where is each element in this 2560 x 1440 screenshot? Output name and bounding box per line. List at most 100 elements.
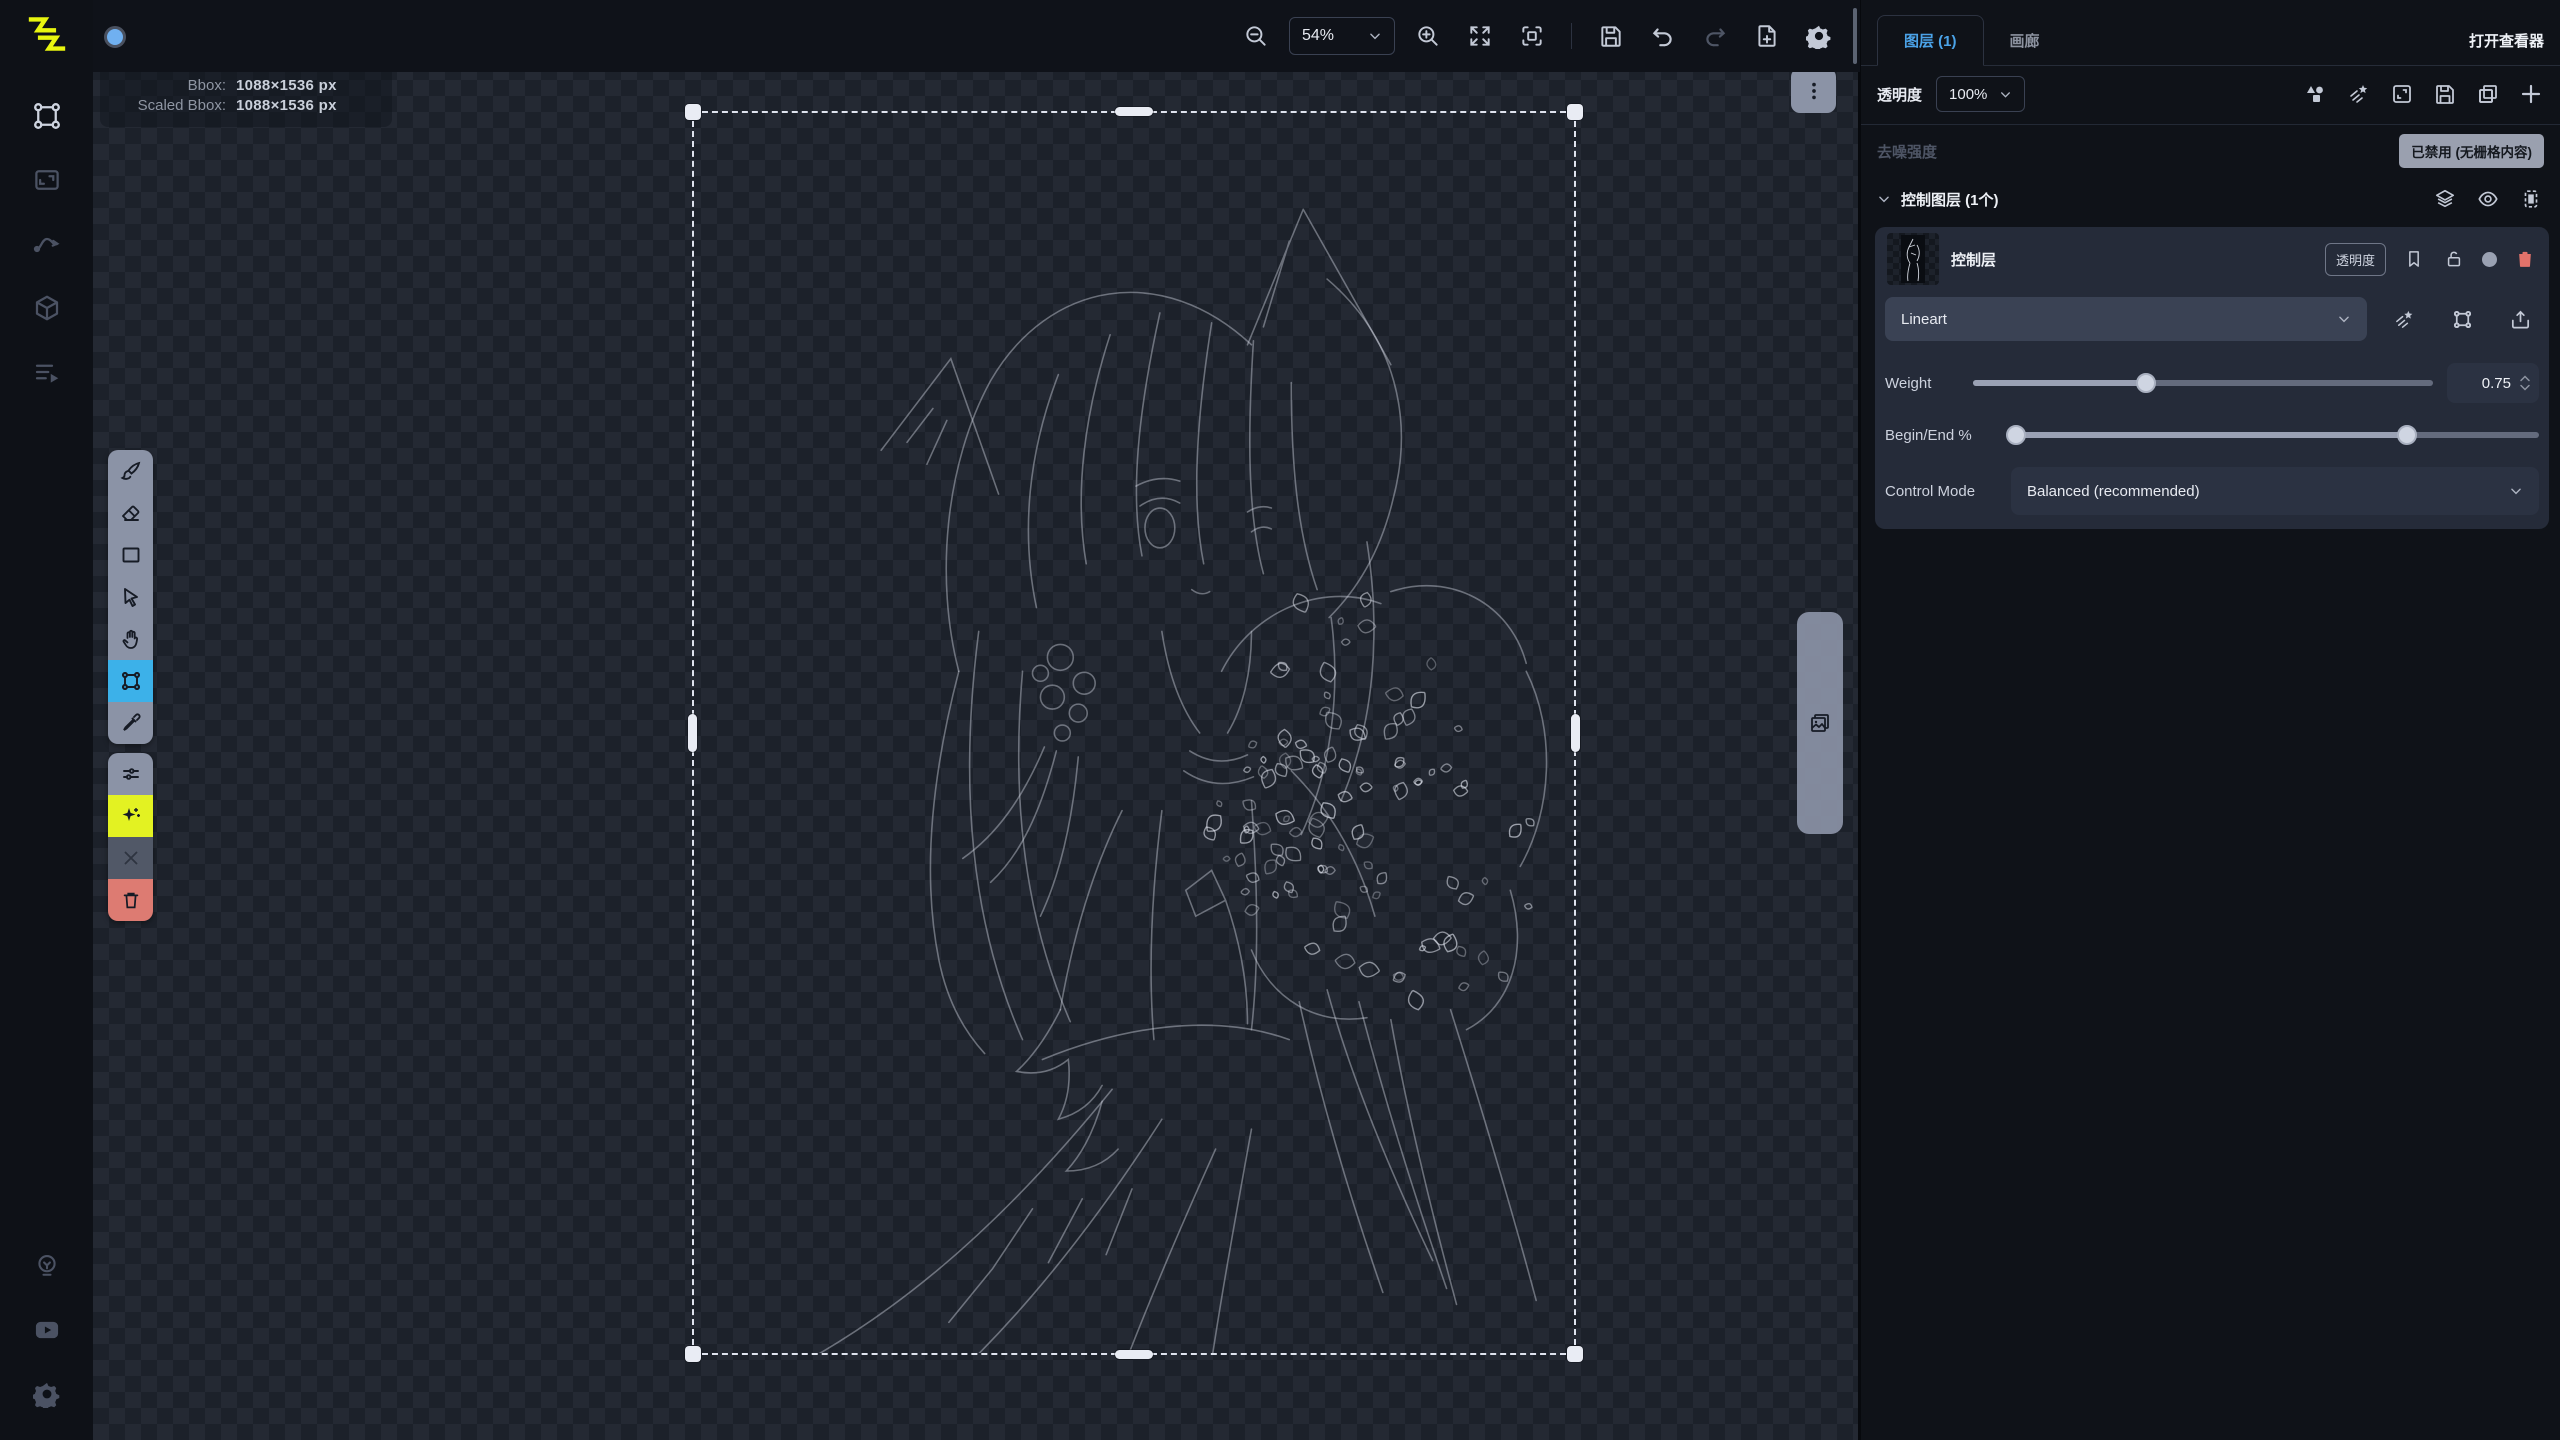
bbox-handle-bottom-right[interactable]: [1567, 1346, 1583, 1362]
bbox-handle-top-left[interactable]: [685, 104, 701, 120]
undo-button[interactable]: [1644, 17, 1682, 55]
eyedropper-icon: [119, 711, 143, 735]
nav-workflows-button[interactable]: [25, 222, 69, 266]
bbox-handle-left[interactable]: [688, 714, 697, 752]
tab-layers[interactable]: 图层 (1): [1877, 15, 1984, 66]
fit-to-view-button[interactable]: [1461, 17, 1499, 55]
bbox-tool-button[interactable]: [108, 660, 153, 702]
nav-models-button[interactable]: [25, 286, 69, 330]
merge-visible-button[interactable]: [2303, 81, 2329, 107]
canvas-menu-button[interactable]: [1791, 68, 1836, 113]
generation-bbox[interactable]: [692, 111, 1576, 1355]
toggle-visibility-button[interactable]: [2475, 186, 2501, 212]
lock-layer-button[interactable]: [2442, 247, 2466, 271]
bookmark-icon: [2404, 249, 2424, 269]
gallery-drawer-handle[interactable]: [1797, 612, 1843, 834]
nav-canvas-button[interactable]: [25, 94, 69, 138]
control-layer-card[interactable]: 控制层 透明度: [1875, 227, 2549, 529]
denoise-label: 去噪强度: [1877, 141, 1937, 162]
fit-bbox-to-layer-button[interactable]: [2443, 300, 2481, 338]
filter-tool-button[interactable]: [108, 753, 153, 795]
bbox-info-overlay: Bbox: 1088×1536 px Scaled Bbox: 1088×153…: [100, 64, 392, 127]
control-layer-row[interactable]: 控制层 透明度: [1885, 227, 2539, 289]
app-window: 54%: [0, 0, 2560, 1440]
trash-icon: [120, 889, 142, 911]
close-icon: [120, 847, 142, 869]
eyedropper-tool-button[interactable]: [108, 702, 153, 744]
transform-layer-button[interactable]: [2389, 81, 2415, 107]
save-canvas-button[interactable]: [1592, 17, 1630, 55]
tab-gallery[interactable]: 画廊: [1984, 16, 2066, 65]
unlock-icon: [2444, 249, 2464, 269]
control-layers-header[interactable]: 控制图层 (1个): [1861, 177, 2560, 221]
add-layer-button[interactable]: [2518, 81, 2544, 107]
bbox-handle-top-right[interactable]: [1567, 104, 1583, 120]
filter-layer-button[interactable]: [2346, 81, 2372, 107]
open-viewer-button[interactable]: 打开查看器: [2469, 16, 2544, 65]
fit-bbox-button[interactable]: [1513, 17, 1551, 55]
refilter-button[interactable]: [2385, 300, 2423, 338]
move-tool-button[interactable]: [108, 576, 153, 618]
settings-gear-button[interactable]: [25, 1372, 69, 1416]
nav-rail: [0, 0, 93, 1440]
export-layer-button[interactable]: [2501, 300, 2539, 338]
video-tutorials-button[interactable]: [25, 1308, 69, 1352]
delete-layer-button[interactable]: [2513, 247, 2537, 271]
bbox-handle-top[interactable]: [1115, 107, 1153, 116]
zoom-in-button[interactable]: [1409, 17, 1447, 55]
begin-slider-thumb[interactable]: [2006, 425, 2026, 445]
weight-slider[interactable]: [1973, 373, 2433, 393]
layer-thumbnail[interactable]: [1887, 233, 1939, 285]
sparkle-icon: [119, 804, 143, 828]
begin-end-slider[interactable]: [2011, 425, 2539, 445]
control-mode-select[interactable]: Balanced (recommended): [2011, 467, 2539, 515]
layer-name: 控制层: [1951, 249, 1996, 270]
layers-stack-button[interactable]: [2432, 186, 2458, 212]
bbox-label: Bbox:: [114, 77, 226, 94]
pan-tool-button[interactable]: [108, 618, 153, 660]
fit-layers-to-bbox-button[interactable]: [2518, 186, 2544, 212]
panel-resize-handle[interactable]: [1853, 8, 1857, 64]
bookmark-layer-button[interactable]: [2402, 247, 2426, 271]
layer-status-dot[interactable]: [2482, 252, 2497, 267]
save-layer-button[interactable]: [2432, 81, 2458, 107]
new-canvas-button[interactable]: [1748, 17, 1786, 55]
generate-sparkle-button[interactable]: [108, 795, 153, 837]
weight-input[interactable]: 0.75: [2447, 363, 2539, 403]
end-slider-thumb[interactable]: [2397, 425, 2417, 445]
eraser-tool-button[interactable]: [108, 492, 153, 534]
bbox-handle-bottom-left[interactable]: [685, 1346, 701, 1362]
brush-tool-button[interactable]: [108, 450, 153, 492]
chevron-down-icon: [1877, 192, 1891, 206]
active-color-swatch[interactable]: [104, 26, 126, 48]
layer-opacity-badge[interactable]: 透明度: [2325, 243, 2386, 276]
bbox-handle-right[interactable]: [1571, 714, 1580, 752]
chevron-up-icon: [2519, 374, 2531, 383]
zoom-level-value: 54%: [1302, 27, 1334, 45]
rectangle-tool-button[interactable]: [108, 534, 153, 576]
nav-queue-button[interactable]: [25, 350, 69, 394]
hand-icon: [119, 627, 143, 651]
opacity-select[interactable]: 100%: [1936, 76, 2025, 112]
begin-end-label: Begin/End %: [1885, 427, 1997, 444]
nav-upscaling-button[interactable]: [25, 158, 69, 202]
bbox-handle-bottom[interactable]: [1115, 1350, 1153, 1359]
control-model-select[interactable]: Lineart: [1885, 297, 2367, 341]
weight-row: Weight 0.75: [1885, 363, 2539, 403]
opacity-label: 透明度: [1877, 84, 1922, 105]
support-lightbulb-button[interactable]: [25, 1244, 69, 1288]
zoom-level-select[interactable]: 54%: [1289, 17, 1395, 55]
redo-button[interactable]: [1696, 17, 1734, 55]
weight-slider-thumb[interactable]: [2136, 373, 2156, 393]
right-panel: 图层 (1) 画廊 打开查看器 透明度 100%: [1860, 0, 2560, 1440]
delete-tool-button[interactable]: [108, 879, 153, 921]
shooting-star-icon: [2393, 308, 2416, 331]
canvas-settings-gear-button[interactable]: [1800, 17, 1838, 55]
canvas-workspace[interactable]: 54%: [93, 0, 1860, 1440]
global-opacity-row: 透明度 100%: [1861, 66, 2560, 122]
toolbar-divider: [1571, 23, 1572, 49]
duplicate-layer-button[interactable]: [2475, 81, 2501, 107]
weight-stepper[interactable]: [2519, 374, 2531, 392]
cancel-tool-button[interactable]: [108, 837, 153, 879]
zoom-out-button[interactable]: [1237, 17, 1275, 55]
